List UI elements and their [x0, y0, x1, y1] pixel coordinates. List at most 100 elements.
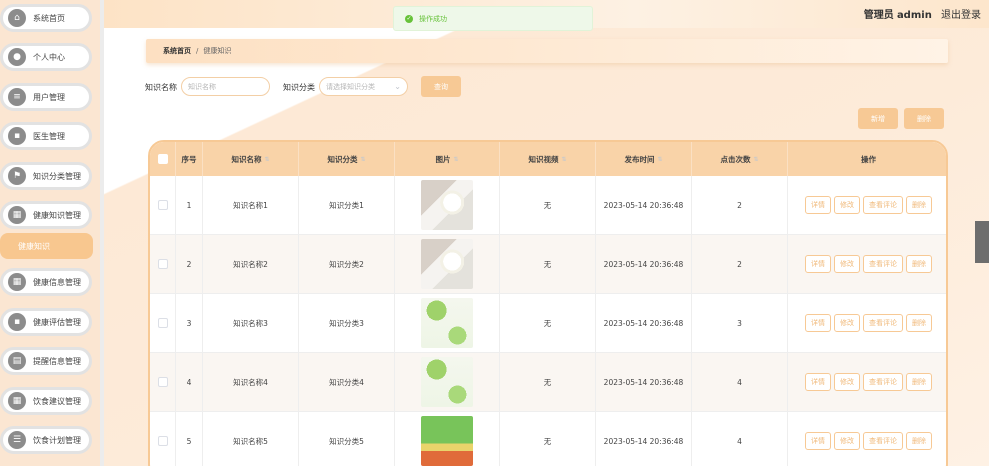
cell-video: 无	[500, 294, 596, 352]
sidebar-item-9[interactable]: ▦ 饮食建议管理	[0, 387, 92, 415]
edit-button[interactable]: 修改	[834, 432, 860, 450]
cell-category: 知识分类4	[299, 353, 395, 411]
cell-index: 4	[176, 353, 203, 411]
detail-button[interactable]: 详情	[805, 196, 831, 214]
cell-category: 知识分类2	[299, 235, 395, 293]
sidebar-item-6[interactable]: ▦ 健康信息管理	[0, 268, 92, 296]
knowledge-category-select[interactable]: 请选择知识分类 ⌄	[319, 77, 408, 96]
sidebar-item-10[interactable]: ☰ 饮食计划管理	[0, 426, 92, 454]
column-header-label: 发布时间	[624, 154, 655, 164]
view-comments-button[interactable]: 查看评论	[863, 255, 903, 273]
knowledge-name-input[interactable]: 知识名称	[181, 77, 270, 96]
edit-button[interactable]: 修改	[834, 373, 860, 391]
user-role: 管理员	[863, 10, 894, 21]
table-row: 2 知识名称2 知识分类2 无 2023-05-14 20:36:48 2 详情 修改 查看评论…	[150, 235, 946, 294]
view-comments-button[interactable]: 查看评论	[863, 196, 903, 214]
delete-row-button[interactable]: 删除	[906, 432, 932, 450]
sidebar-item-label: 个人中心	[33, 52, 65, 62]
row-checkbox[interactable]	[157, 318, 168, 328]
column-header-label: 图片	[435, 154, 451, 164]
sort-icon[interactable]: ⇅	[453, 156, 458, 163]
delete-row-button[interactable]: 删除	[906, 196, 932, 214]
column-header: 点击次数 ⇅	[692, 142, 788, 176]
chat-icon: ▪	[8, 127, 26, 145]
row-select-cell	[150, 294, 176, 352]
delete-button[interactable]: 删除	[904, 108, 944, 129]
column-header: 序号	[176, 142, 203, 176]
grid-icon: ▦	[8, 206, 26, 224]
sidebar-subitem-health-knowledge[interactable]: 健康知识	[0, 233, 93, 259]
detail-button[interactable]: 详情	[805, 432, 831, 450]
select-all-checkbox[interactable]	[157, 154, 168, 164]
view-comments-button[interactable]: 查看评论	[863, 373, 903, 391]
sort-icon[interactable]: ⇅	[561, 156, 566, 163]
row-select-cell	[150, 176, 176, 234]
sort-icon[interactable]: ⇅	[657, 156, 662, 163]
breadcrumb-home[interactable]: 系统首页	[163, 46, 191, 56]
cell-name: 知识名称3	[203, 294, 299, 352]
flag-icon: ⚑	[8, 167, 26, 185]
sidebar-item-label: 饮食建议管理	[33, 396, 81, 406]
cell-time: 2023-05-14 20:36:48	[596, 412, 692, 466]
row-checkbox[interactable]	[157, 377, 168, 387]
breadcrumb-separator: /	[196, 47, 199, 55]
actions-cell: 详情 修改 查看评论 删除	[788, 412, 946, 466]
edit-button[interactable]: 修改	[834, 255, 860, 273]
cell-clicks: 2	[692, 176, 788, 234]
sort-icon[interactable]: ⇅	[753, 156, 758, 163]
sidebar-item-1[interactable]: ● 个人中心	[0, 43, 92, 71]
cell-name: 知识名称2	[203, 235, 299, 293]
view-comments-button[interactable]: 查看评论	[863, 314, 903, 332]
table-row: 4 知识名称4 知识分类4 无 2023-05-14 20:36:48 4 详情 修改 查看评论…	[150, 353, 946, 412]
query-button[interactable]: 查询	[421, 76, 461, 97]
cell-name: 知识名称5	[203, 412, 299, 466]
detail-button[interactable]: 详情	[805, 314, 831, 332]
logout-link[interactable]: 退出登录	[941, 10, 981, 21]
column-header: 知识名称 ⇅	[203, 142, 299, 176]
detail-button[interactable]: 详情	[805, 373, 831, 391]
sliders-icon: ☰	[8, 431, 26, 449]
row-checkbox[interactable]	[157, 259, 168, 269]
edit-button[interactable]: 修改	[834, 196, 860, 214]
column-header: 知识视频 ⇅	[500, 142, 596, 176]
doc-icon: ▤	[8, 352, 26, 370]
sidebar-item-8[interactable]: ▤ 提醒信息管理	[0, 347, 92, 375]
success-toast: ✓ 操作成功	[393, 6, 593, 31]
cell-clicks: 4	[692, 353, 788, 411]
knowledge-thumbnail[interactable]	[421, 416, 473, 466]
knowledge-category-label: 知识分类	[283, 83, 315, 92]
knowledge-thumbnail[interactable]	[421, 180, 473, 230]
sidebar-item-4[interactable]: ⚑ 知识分类管理	[0, 162, 92, 190]
sort-icon[interactable]: ⇅	[360, 156, 365, 163]
edit-button[interactable]: 修改	[834, 314, 860, 332]
row-checkbox[interactable]	[157, 200, 168, 210]
delete-row-button[interactable]: 删除	[906, 255, 932, 273]
sort-icon[interactable]: ⇅	[264, 156, 269, 163]
row-checkbox[interactable]	[157, 436, 168, 446]
knowledge-thumbnail[interactable]	[421, 357, 473, 407]
sidebar-item-0[interactable]: ⌂ 系统首页	[0, 4, 92, 32]
image-cell	[395, 294, 500, 352]
page-scrollbar-thumb[interactable]	[975, 221, 989, 263]
sidebar-item-2[interactable]: ≡ 用户管理	[0, 83, 92, 111]
sidebar-item-3[interactable]: ▪ 医生管理	[0, 122, 92, 150]
select-all-cell[interactable]	[150, 142, 176, 176]
add-button[interactable]: 新增	[858, 108, 898, 129]
sidebar-item-label: 健康评估管理	[33, 317, 81, 327]
view-comments-button[interactable]: 查看评论	[863, 432, 903, 450]
knowledge-thumbnail[interactable]	[421, 298, 473, 348]
cell-name: 知识名称4	[203, 353, 299, 411]
actions-cell: 详情 修改 查看评论 删除	[788, 294, 946, 352]
delete-row-button[interactable]: 删除	[906, 373, 932, 391]
actions-cell: 详情 修改 查看评论 删除	[788, 353, 946, 411]
sidebar-item-7[interactable]: ▪ 健康评估管理	[0, 308, 92, 336]
grid-icon: ▦	[8, 392, 26, 410]
username: admin	[896, 10, 932, 21]
knowledge-thumbnail[interactable]	[421, 239, 473, 289]
detail-button[interactable]: 详情	[805, 255, 831, 273]
delete-row-button[interactable]: 删除	[906, 314, 932, 332]
column-header: 发布时间 ⇅	[596, 142, 692, 176]
sidebar-item-5[interactable]: ▦ 健康知识管理	[0, 201, 92, 229]
sidebar-item-label: 健康知识管理	[33, 210, 81, 220]
cell-time: 2023-05-14 20:36:48	[596, 353, 692, 411]
